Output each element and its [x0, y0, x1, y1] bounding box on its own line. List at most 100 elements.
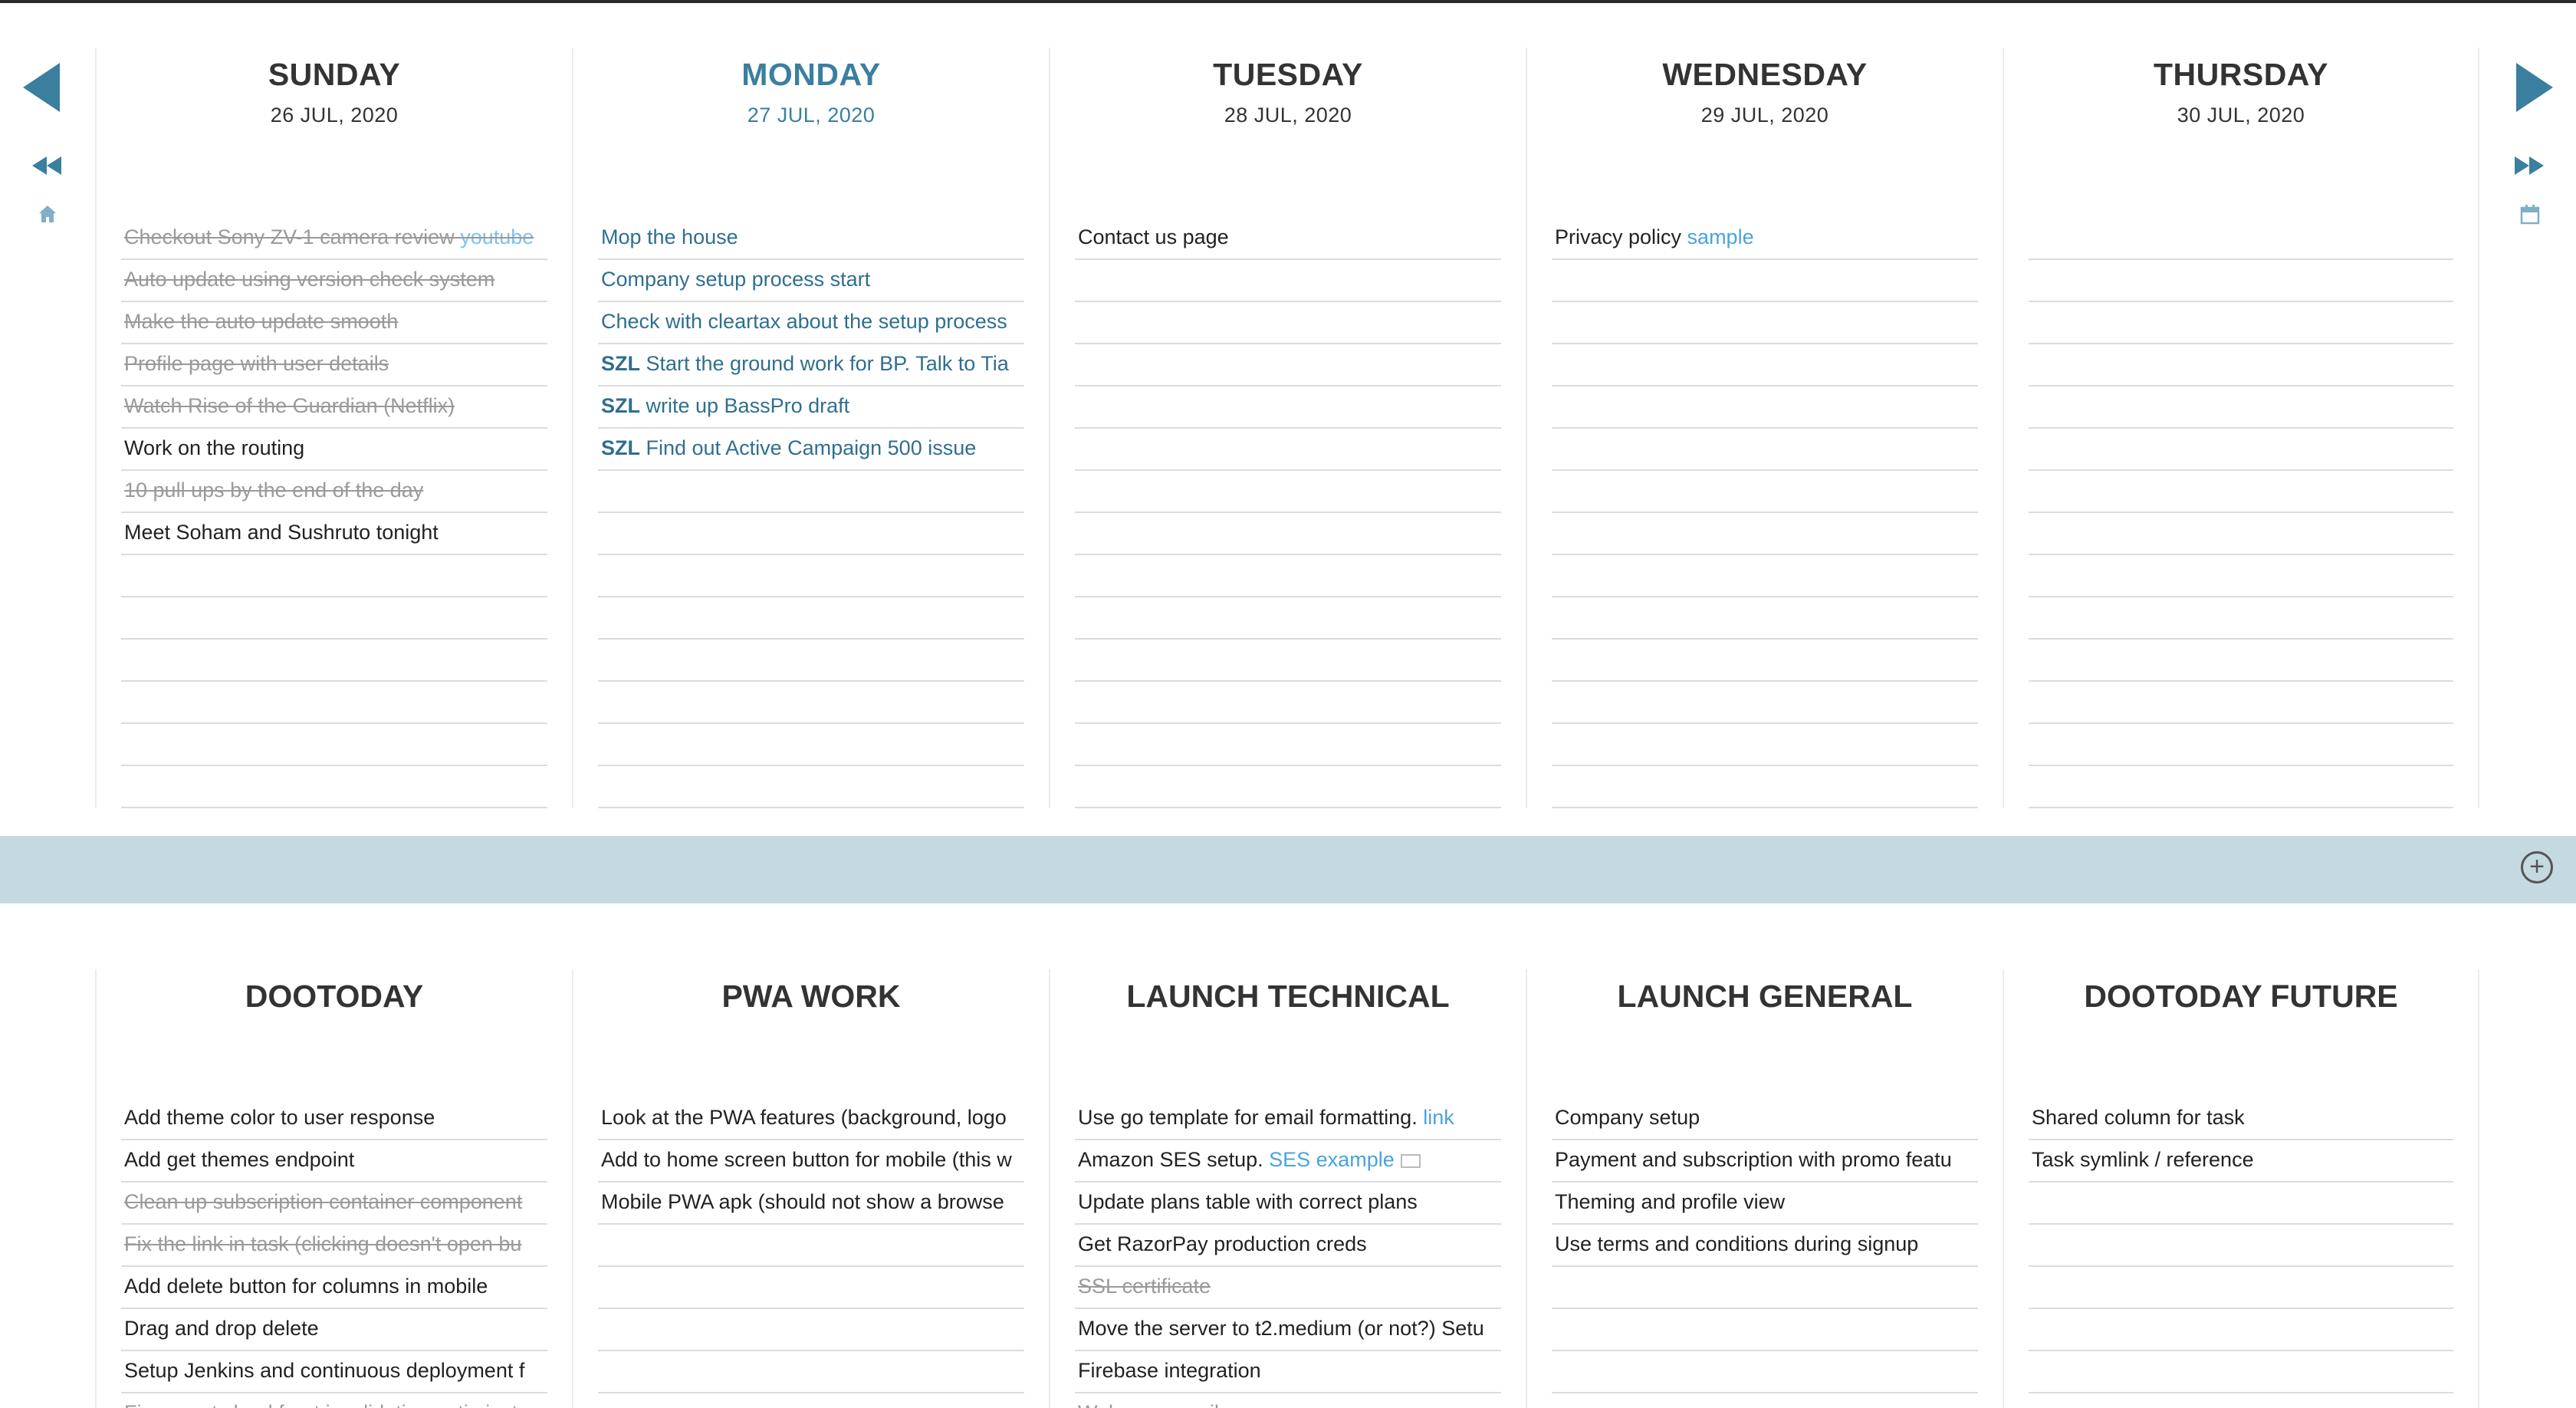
empty-task-row[interactable] [1552, 555, 1978, 597]
empty-task-row[interactable] [1552, 724, 1978, 766]
day-name[interactable]: MONDAY [598, 48, 1024, 93]
empty-task-row[interactable] [1075, 597, 1501, 640]
task-row[interactable]: Mobile PWA apk (should not show a browse [598, 1183, 1024, 1225]
task-row[interactable]: Firebase integration [1075, 1351, 1501, 1393]
task-row[interactable]: Setup Jenkins and continuous deployment … [121, 1351, 547, 1393]
empty-task-row[interactable] [1552, 513, 1978, 555]
empty-task-row[interactable] [598, 1225, 1024, 1267]
task-row[interactable]: Add theme color to user response [121, 1098, 547, 1140]
task-row[interactable]: Watch Rise of the Guardian (Netflix) [121, 387, 547, 429]
empty-task-row[interactable] [121, 724, 547, 766]
empty-task-row[interactable] [598, 471, 1024, 513]
task-row[interactable]: Company setup [1552, 1098, 1978, 1140]
task-row[interactable]: Meet Soham and Sushruto tonight [121, 513, 547, 555]
task-row[interactable]: Privacy policy sample [1552, 218, 1978, 260]
empty-task-row[interactable] [2029, 344, 2453, 387]
task-row[interactable]: SSL certificate [1075, 1267, 1501, 1309]
empty-task-row[interactable] [598, 1351, 1024, 1393]
empty-task-row[interactable] [2029, 640, 2453, 682]
empty-task-row[interactable] [1552, 471, 1978, 513]
task-row[interactable]: Contact us page [1075, 218, 1501, 260]
empty-task-row[interactable] [2029, 724, 2453, 766]
empty-task-row[interactable] [598, 682, 1024, 724]
task-row[interactable]: Move the server to t2.medium (or not?) S… [1075, 1309, 1501, 1351]
day-name[interactable]: TUESDAY [1075, 48, 1501, 93]
task-row[interactable]: Checkout Sony ZV-1 camera review youtube [121, 218, 547, 260]
empty-task-row[interactable] [2029, 218, 2453, 260]
empty-task-row[interactable] [2029, 471, 2453, 513]
rewind-week-button[interactable] [31, 155, 63, 180]
task-row[interactable]: Theming and profile view [1552, 1183, 1978, 1225]
task-link[interactable]: sample [1687, 225, 1754, 248]
empty-task-row[interactable] [1075, 429, 1501, 471]
empty-task-row[interactable] [598, 555, 1024, 597]
task-row[interactable]: Amazon SES setup. SES example [1075, 1140, 1501, 1183]
empty-task-row[interactable] [2029, 682, 2453, 724]
empty-task-row[interactable] [2029, 1225, 2453, 1267]
empty-task-row[interactable] [2029, 766, 2453, 808]
task-row[interactable]: Use go template for email formatting. li… [1075, 1098, 1501, 1140]
task-row[interactable]: Drag and drop delete [121, 1309, 547, 1351]
empty-task-row[interactable] [2029, 1267, 2453, 1309]
empty-task-row[interactable] [121, 682, 547, 724]
empty-task-row[interactable] [121, 597, 547, 640]
empty-task-row[interactable] [2029, 1393, 2453, 1408]
empty-task-row[interactable] [2029, 429, 2453, 471]
empty-task-row[interactable] [2029, 260, 2453, 302]
task-link[interactable]: link [1423, 1106, 1454, 1129]
empty-task-row[interactable] [2029, 513, 2453, 555]
day-name[interactable]: SUNDAY [121, 48, 547, 93]
empty-task-row[interactable] [598, 1393, 1024, 1408]
empty-task-row[interactable] [1075, 724, 1501, 766]
add-column-button[interactable]: + [2521, 851, 2553, 883]
empty-task-row[interactable] [2029, 1183, 2453, 1225]
task-row[interactable]: Check with cleartax about the setup proc… [598, 302, 1024, 344]
empty-task-row[interactable] [1552, 302, 1978, 344]
empty-task-row[interactable] [2029, 1351, 2453, 1393]
empty-task-row[interactable] [1552, 344, 1978, 387]
day-name[interactable]: THURSDAY [2029, 48, 2453, 93]
list-name[interactable]: LAUNCH TECHNICAL [1075, 969, 1501, 1015]
empty-task-row[interactable] [1075, 471, 1501, 513]
list-name[interactable]: DOOTODAY [121, 969, 547, 1015]
empty-task-row[interactable] [598, 513, 1024, 555]
task-row[interactable]: Look at the PWA features (background, lo… [598, 1098, 1024, 1140]
calendar-button[interactable] [2519, 204, 2541, 229]
task-row[interactable]: 10 pull ups by the end of the day [121, 471, 547, 513]
empty-task-row[interactable] [1075, 513, 1501, 555]
list-name[interactable]: PWA WORK [598, 969, 1024, 1015]
empty-task-row[interactable] [1075, 344, 1501, 387]
task-row[interactable]: Mop the house [598, 218, 1024, 260]
empty-task-row[interactable] [1075, 766, 1501, 808]
task-row[interactable]: Profile page with user details [121, 344, 547, 387]
empty-task-row[interactable] [2029, 1309, 2453, 1351]
task-row[interactable]: Shared column for task [2029, 1098, 2453, 1140]
list-name[interactable]: DOOTODAY FUTURE [2029, 969, 2453, 1015]
empty-task-row[interactable] [1552, 682, 1978, 724]
empty-task-row[interactable] [598, 1267, 1024, 1309]
task-row[interactable]: Add get themes endpoint [121, 1140, 547, 1183]
task-row[interactable]: Welcome email [1075, 1393, 1501, 1408]
task-row[interactable]: Task symlink / reference [2029, 1140, 2453, 1183]
empty-task-row[interactable] [121, 555, 547, 597]
fastforward-week-button[interactable] [2513, 155, 2545, 180]
empty-task-row[interactable] [1552, 1267, 1978, 1309]
empty-task-row[interactable] [121, 766, 547, 808]
task-row[interactable]: Update plans table with correct plans [1075, 1183, 1501, 1225]
empty-task-row[interactable] [1075, 387, 1501, 429]
task-row[interactable]: Add to home screen button for mobile (th… [598, 1140, 1024, 1183]
task-row[interactable]: Figure out cloud front invalidation opti… [121, 1393, 547, 1408]
task-row[interactable]: Company setup process start [598, 260, 1024, 302]
home-button[interactable] [38, 204, 58, 228]
task-row[interactable]: SZL write up BassPro draft [598, 387, 1024, 429]
empty-task-row[interactable] [1552, 1309, 1978, 1351]
empty-task-row[interactable] [2029, 302, 2453, 344]
task-row[interactable]: SZL Start the ground work for BP. Talk t… [598, 344, 1024, 387]
task-row[interactable]: Make the auto update smooth [121, 302, 547, 344]
empty-task-row[interactable] [598, 724, 1024, 766]
empty-task-row[interactable] [1552, 1351, 1978, 1393]
empty-task-row[interactable] [1075, 302, 1501, 344]
empty-task-row[interactable] [1552, 1393, 1978, 1408]
empty-task-row[interactable] [1075, 682, 1501, 724]
task-row[interactable]: Payment and subscription with promo feat… [1552, 1140, 1978, 1183]
